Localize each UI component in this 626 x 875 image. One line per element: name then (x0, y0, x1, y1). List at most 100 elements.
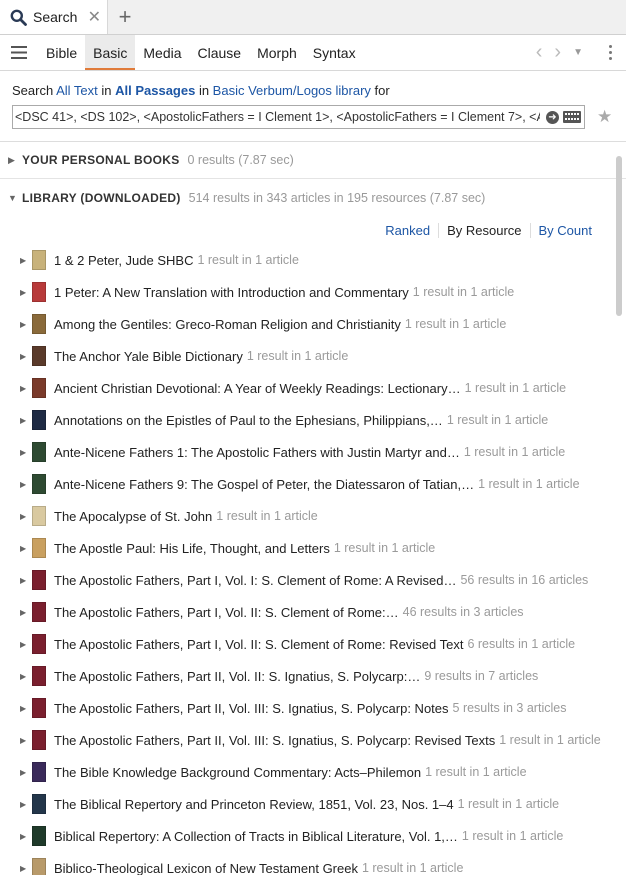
result-count: 1 result in 1 article (463, 445, 566, 459)
result-row[interactable]: ▶ Biblico-Theological Lexicon of New Test… (0, 852, 612, 875)
result-row[interactable]: ▶ The Apostolic Fathers, Part I, Vol. II:… (0, 628, 612, 660)
expand-caret-icon[interactable]: ▶ (20, 256, 32, 265)
new-tab-button[interactable]: + (108, 0, 142, 34)
expand-caret-icon[interactable]: ▶ (20, 352, 32, 361)
star-icon[interactable]: ★ (597, 107, 612, 127)
result-count: 1 result in 1 article (478, 477, 580, 491)
scope-link[interactable]: All Text (56, 83, 98, 98)
expand-caret-icon[interactable]: ▶ (20, 640, 32, 649)
expand-caret-icon[interactable]: ▶ (20, 704, 32, 713)
result-title[interactable]: Ancient Christian Devotional: A Year of … (54, 381, 461, 396)
sort-by-count[interactable]: By Count (531, 223, 600, 238)
result-title[interactable]: Biblico-Theological Lexicon of New Testa… (54, 861, 358, 875)
search-input[interactable]: <DSC 41>, <DS 102>, <ApostolicFathers = … (12, 105, 585, 129)
result-count: 1 result in 1 article (457, 797, 560, 811)
tab-morph[interactable]: Morph (249, 35, 305, 70)
tab-bible[interactable]: Bible (38, 35, 85, 70)
menu-button[interactable] (0, 35, 38, 70)
collapse-caret-icon[interactable]: ▼ (8, 193, 20, 203)
expand-caret-icon[interactable]: ▶ (20, 512, 32, 521)
book-cover-icon (32, 634, 46, 654)
result-row[interactable]: ▶ The Anchor Yale Bible Dictionary 1 resul… (0, 340, 612, 372)
result-row[interactable]: ▶ The Biblical Repertory and Princeton Re… (0, 788, 612, 820)
library-link[interactable]: Basic Verbum/Logos library (213, 83, 371, 98)
tab-label: Search (33, 9, 78, 25)
query-text[interactable]: <DSC 41>, <DS 102>, <ApostolicFathers = … (15, 110, 540, 124)
result-row[interactable]: ▶ Ancient Christian Devotional: A Year of… (0, 372, 612, 404)
expand-caret-icon[interactable]: ▶ (20, 288, 32, 297)
result-row[interactable]: ▶ The Apostolic Fathers, Part I, Vol. II:… (0, 596, 612, 628)
result-title[interactable]: 1 Peter: A New Translation with Introduc… (54, 285, 409, 300)
expand-caret-icon[interactable]: ▶ (20, 672, 32, 681)
result-row[interactable]: ▶ The Bible Knowledge Background Commenta… (0, 756, 612, 788)
result-title[interactable]: Ante-Nicene Fathers 9: The Gospel of Pet… (54, 477, 474, 492)
tab-basic[interactable]: Basic (85, 35, 136, 70)
result-row[interactable]: ▶ Biblical Repertory: A Collection of Tra… (0, 820, 612, 852)
expand-caret-icon[interactable]: ▶ (20, 448, 32, 457)
expand-caret-icon[interactable]: ▶ (20, 608, 32, 617)
expand-caret-icon[interactable]: ▶ (20, 576, 32, 585)
result-row[interactable]: ▶ The Apostolic Fathers, Part I, Vol. I: … (0, 564, 612, 596)
result-title[interactable]: The Apostle Paul: His Life, Thought, and… (54, 541, 330, 556)
keyboard-icon[interactable] (563, 111, 581, 123)
result-row[interactable]: ▶ 1 & 2 Peter, Jude SHBC 1 result in 1 art… (0, 244, 612, 276)
expand-caret-icon[interactable]: ▶ (20, 832, 32, 841)
in-text-2: in (195, 83, 213, 98)
result-count: 1 result in 1 article (461, 829, 564, 843)
query-row: <DSC 41>, <DS 102>, <ApostolicFathers = … (0, 98, 626, 130)
result-title[interactable]: The Apocalypse of St. John (54, 509, 212, 524)
result-title[interactable]: The Apostolic Fathers, Part I, Vol. II: … (54, 605, 399, 620)
search-mode-tabs: Bible Basic Media Clause Morph Syntax (38, 35, 364, 70)
sort-ranked[interactable]: Ranked (377, 223, 438, 238)
result-row[interactable]: ▶ Ante-Nicene Fathers 9: The Gospel of Pe… (0, 468, 612, 500)
result-title[interactable]: Ante-Nicene Fathers 1: The Apostolic Fat… (54, 445, 460, 460)
result-row[interactable]: ▶ The Apocalypse of St. John 1 result in 1… (0, 500, 612, 532)
scrollbar-thumb[interactable] (616, 156, 622, 316)
tab-syntax[interactable]: Syntax (305, 35, 364, 70)
expand-caret-icon[interactable]: ▶ (20, 416, 32, 425)
result-row[interactable]: ▶ The Apostolic Fathers, Part II, Vol. II… (0, 660, 612, 692)
expand-caret-icon[interactable]: ▶ (20, 768, 32, 777)
expand-caret-icon[interactable]: ▶ (20, 384, 32, 393)
passages-link[interactable]: All Passages (115, 83, 195, 98)
expand-caret-icon[interactable]: ▶ (20, 320, 32, 329)
expand-caret-icon[interactable]: ▶ (20, 480, 32, 489)
sort-by-resource[interactable]: By Resource (438, 222, 531, 238)
library-section[interactable]: ▼ LIBRARY (DOWNLOADED) 514 results in 34… (0, 179, 626, 217)
result-title[interactable]: The Anchor Yale Bible Dictionary (54, 349, 243, 364)
result-row[interactable]: ▶ Among the Gentiles: Greco-Roman Religio… (0, 308, 612, 340)
result-row[interactable]: ▶ The Apostolic Fathers, Part II, Vol. II… (0, 692, 612, 724)
result-title[interactable]: Biblical Repertory: A Collection of Trac… (54, 829, 458, 844)
result-title[interactable]: The Apostolic Fathers, Part II, Vol. II:… (54, 669, 420, 684)
expand-caret-icon[interactable]: ▶ (8, 155, 20, 166)
back-icon[interactable]: ‹ (536, 41, 543, 64)
result-title[interactable]: 1 & 2 Peter, Jude SHBC (54, 253, 193, 268)
result-title[interactable]: The Bible Knowledge Background Commentar… (54, 765, 421, 780)
forward-icon[interactable]: › (554, 41, 561, 64)
book-cover-icon (32, 346, 46, 366)
result-row[interactable]: ▶ The Apostolic Fathers, Part II, Vol. II… (0, 724, 612, 756)
expand-caret-icon[interactable]: ▶ (20, 544, 32, 553)
close-icon[interactable]: ✕ (88, 7, 101, 27)
result-title[interactable]: Annotations on the Epistles of Paul to t… (54, 413, 443, 428)
result-title[interactable]: The Apostolic Fathers, Part I, Vol. I: S… (54, 573, 456, 588)
expand-caret-icon[interactable]: ▶ (20, 736, 32, 745)
result-row[interactable]: ▶ The Apostle Paul: His Life, Thought, an… (0, 532, 612, 564)
more-options-icon[interactable] (609, 45, 612, 60)
personal-books-section[interactable]: ▶ YOUR PERSONAL BOOKS 0 results (7.87 se… (0, 142, 626, 179)
go-arrow-icon[interactable]: ➜ (546, 110, 559, 124)
result-row[interactable]: ▶ Annotations on the Epistles of Paul to … (0, 404, 612, 436)
tab-search[interactable]: Search ✕ (0, 0, 108, 34)
history-dropdown-icon[interactable]: ▼ (573, 47, 583, 58)
tab-clause[interactable]: Clause (190, 35, 250, 70)
result-title[interactable]: The Apostolic Fathers, Part I, Vol. II: … (54, 637, 463, 652)
expand-caret-icon[interactable]: ▶ (20, 800, 32, 809)
result-title[interactable]: The Apostolic Fathers, Part II, Vol. III… (54, 701, 449, 716)
result-title[interactable]: Among the Gentiles: Greco-Roman Religion… (54, 317, 401, 332)
result-title[interactable]: The Biblical Repertory and Princeton Rev… (54, 797, 454, 812)
result-row[interactable]: ▶ 1 Peter: A New Translation with Introdu… (0, 276, 612, 308)
expand-caret-icon[interactable]: ▶ (20, 864, 32, 873)
tab-media[interactable]: Media (135, 35, 189, 70)
result-title[interactable]: The Apostolic Fathers, Part II, Vol. III… (54, 733, 495, 748)
result-row[interactable]: ▶ Ante-Nicene Fathers 1: The Apostolic Fa… (0, 436, 612, 468)
